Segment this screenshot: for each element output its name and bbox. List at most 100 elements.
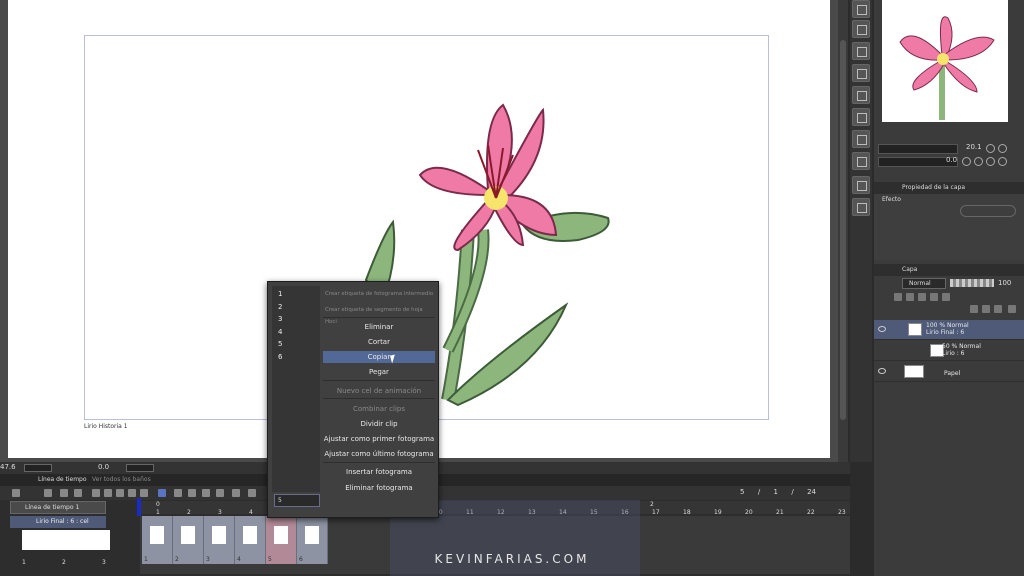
layer-option-icon[interactable] [994,305,1002,313]
frame-input[interactable]: 5 [274,494,320,507]
layer-option-icon[interactable] [930,293,938,301]
panel-toggle-icon[interactable] [852,64,870,82]
layer-label: Papel [944,370,960,377]
panel-toggle-icon[interactable] [852,198,870,216]
menu-item-split-clip[interactable]: Dividir clip [323,418,435,430]
layer-blend-text: 100 % Normal [926,322,969,329]
ruler-number: 22 [807,509,815,516]
menu-item-copy[interactable]: Copiar [323,351,435,363]
tab-timeline[interactable]: Línea de tiempo [38,476,87,483]
layer-option-icon[interactable] [942,293,950,301]
panel-icon-column [850,0,872,462]
current-frame: 5 [740,488,745,496]
effect-buttons[interactable] [960,205,1016,217]
zoom-timeline-icon[interactable] [60,489,68,497]
counter-separator: / [791,488,794,496]
panel-toggle-icon[interactable] [852,108,870,126]
canvas-vertical-scrollbar[interactable] [838,0,848,462]
last-frame-icon[interactable] [140,489,148,497]
panel-toggle-icon[interactable] [852,20,870,38]
eye-icon[interactable] [878,326,886,332]
menu-separator [323,317,435,318]
layer-thumbnail [904,365,924,378]
track-header[interactable]: Lirio Final : 6 : cel [10,516,106,528]
panel-toggle-icon[interactable] [852,0,870,18]
rotate-right-icon[interactable] [974,157,983,166]
play-icon[interactable] [116,489,124,497]
navigator-preview[interactable] [882,0,1008,122]
zoom-timeline-icon[interactable] [74,489,82,497]
playhead[interactable] [137,498,141,516]
zoom-slider[interactable] [878,144,958,154]
timeline-tool-icon[interactable] [232,489,240,497]
angle-slider[interactable] [126,464,154,472]
timeline-tool-icon[interactable] [202,489,210,497]
timeline-tool-icon[interactable] [174,489,182,497]
frame-list-item[interactable]: 5 [278,340,282,348]
navigator-thumbnail [899,16,995,120]
layer-row[interactable]: 100 % Normal Lirio Final : 6 [874,320,1024,340]
frame-list-item[interactable]: 2 [278,303,282,311]
panel-toggle-icon[interactable] [852,86,870,104]
timeline-tool-icon[interactable] [248,489,256,497]
layer-label: 100 % Normal Lirio Final : 6 [926,322,969,336]
layer-row[interactable]: 50 % Normal Lirio : 6 [874,341,1024,361]
timeline-tool-icon[interactable] [12,489,20,497]
lock-icon[interactable] [918,293,926,301]
zoom-slider[interactable] [24,464,52,472]
menu-item-cut[interactable]: Cortar [323,336,435,348]
menu-item-delete[interactable]: Eliminar [323,321,435,333]
next-frame-icon[interactable] [128,489,136,497]
frame-list[interactable]: 1 2 3 4 5 6 [272,286,320,492]
flip-icon[interactable] [998,157,1007,166]
trash-icon[interactable] [1008,305,1016,313]
zoom-in-icon[interactable] [998,144,1007,153]
layer-row[interactable]: Papel [874,362,1024,382]
new-layer-icon[interactable] [970,305,978,313]
layer-name: Lirio Final : 6 [926,329,965,336]
right-panel: 20.1 0.0 Propiedad de la capa Efecto Cap… [874,0,1024,576]
scrollbar-thumb[interactable] [840,40,846,420]
tab-other[interactable]: Ver todos los baños [92,476,151,483]
zoom-value: 20.1 [966,143,982,151]
timeline-tool-icon[interactable] [158,489,166,497]
frame-list-item[interactable]: 4 [278,328,282,336]
ruler-number: 18 [683,509,691,516]
menu-item-set-first-frame[interactable]: Ajustar como primer fotograma [323,433,435,445]
opacity-slider[interactable] [950,279,994,287]
reset-rotation-icon[interactable] [986,157,995,166]
eye-icon[interactable] [878,368,886,374]
menu-separator [323,462,435,463]
ruler-number: 20 [745,509,753,516]
zoom-out-icon[interactable] [986,144,995,153]
timeline-select[interactable]: Línea de tiempo 1 [10,501,106,514]
panel-toggle-icon[interactable] [852,176,870,194]
frame-list-item[interactable]: 1 [278,290,282,298]
prev-frame-icon[interactable] [104,489,112,497]
ruler-number: 21 [776,509,784,516]
frame-list-item[interactable]: 6 [278,353,282,361]
frame-list-item[interactable]: 3 [278,315,282,323]
rotate-left-icon[interactable] [962,157,971,166]
first-frame-icon[interactable] [92,489,100,497]
frame-thumbnail [181,526,195,544]
menu-item-insert-frame[interactable]: Insertar fotograma [323,466,435,478]
layer-option-icon[interactable] [906,293,914,301]
frame-thumbnail [150,526,164,544]
menu-item-create-inbetween-label: Crear etiqueta de fotograma intermedio [325,291,434,297]
timeline-tool-icon[interactable] [188,489,196,497]
ruler-number: 4 [249,509,253,516]
layer-option-icon[interactable] [982,305,990,313]
blend-mode-select[interactable]: Normal [902,278,946,289]
panel-toggle-icon[interactable] [852,42,870,60]
timeline-tool-icon[interactable] [44,489,52,497]
panel-toggle-icon[interactable] [852,152,870,170]
panel-toggle-icon[interactable] [852,130,870,148]
menu-item-paste[interactable]: Pegar [323,366,435,378]
layer-option-icon[interactable] [894,293,902,301]
menu-item-delete-frame[interactable]: Eliminar fotograma [323,482,435,494]
ruler-number: 23 [838,509,846,516]
menu-item-set-last-frame[interactable]: Ajustar como último fotograma [323,448,435,460]
timeline-tool-icon[interactable] [216,489,224,497]
track-thumbnails [22,530,110,550]
